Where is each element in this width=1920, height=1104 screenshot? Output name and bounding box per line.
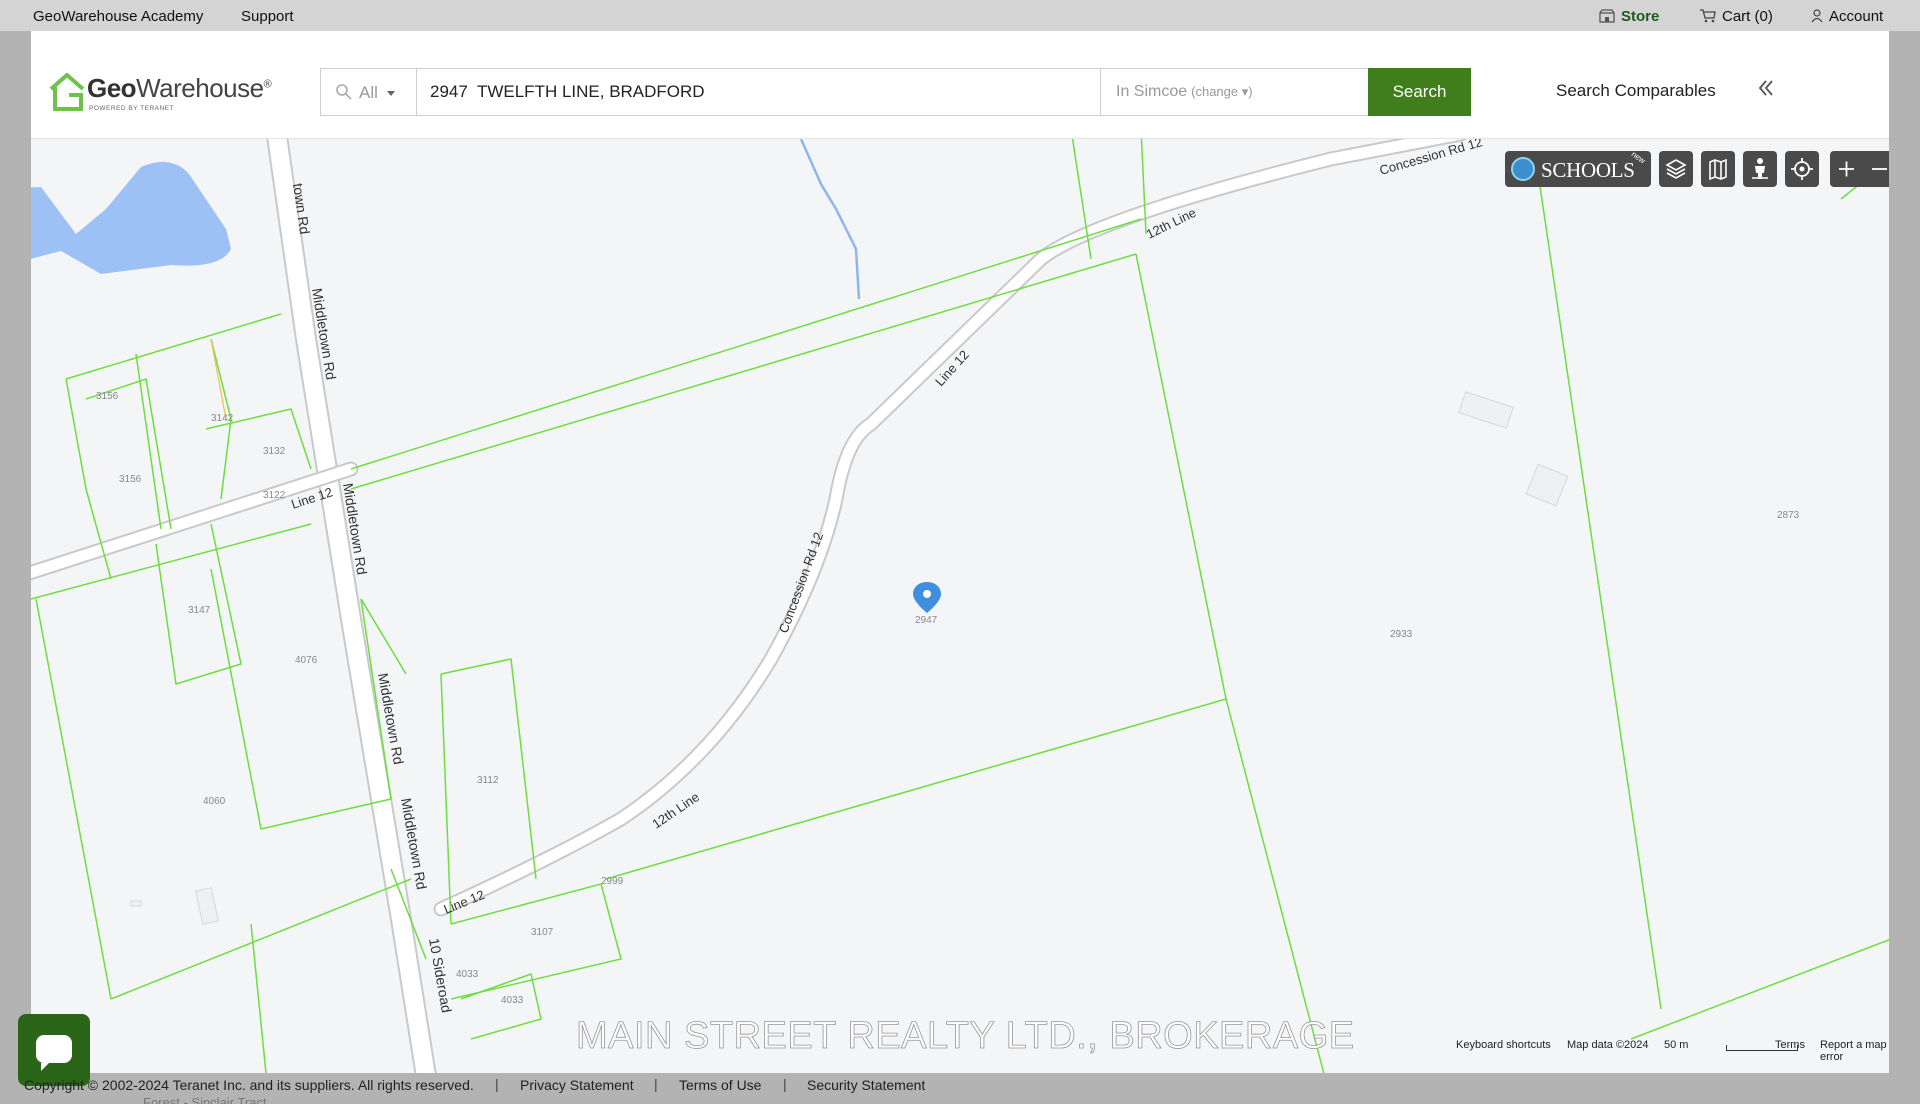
security-link[interactable]: Security Statement [807,1077,925,1093]
parcel-label: 4033 [501,995,524,1006]
schools-label: SCHOOLS [1541,158,1635,182]
top-utility-bar: GeoWarehouse Academy Support Store Cart … [0,0,1920,31]
parcel-label: 3122 [263,490,286,501]
address-search-input[interactable] [418,69,1100,115]
cart-label: Cart (0) [1722,8,1773,25]
map-canvas[interactable]: town Rd Middletown Rd Middletown Rd Midd… [31,139,1889,1073]
road-label: Concession Rd 12 [776,530,826,635]
store-label: Store [1621,8,1660,25]
copyright-text: Copyright © 2002-2024 Teranet Inc. and i… [24,1077,474,1093]
chat-bubble-icon [36,1035,72,1071]
footer-divider: | [783,1076,787,1092]
double-chevron-left-icon[interactable] [1754,76,1778,100]
support-link[interactable]: Support [241,8,294,25]
parcel-label: 2999 [601,876,624,887]
property-map[interactable]: town Rd Middletown Rd Middletown Rd Midd… [31,139,1889,1073]
terms-link[interactable]: Terms of Use [679,1077,761,1093]
pegman-icon [1752,158,1768,179]
footer-divider: | [495,1076,499,1092]
map-place-label: Forest - Sinclair Tract [143,1095,267,1104]
footer-divider: | [654,1076,658,1092]
parcel-label: 4076 [295,655,318,666]
cart-link[interactable]: Cart (0) [1700,8,1773,25]
logo-tagline: POWERED BY TERANET [89,105,174,112]
map-icon [1709,158,1727,181]
academy-link[interactable]: GeoWarehouse Academy [33,8,203,25]
pond-shape [31,161,231,274]
parcel-label: 3107 [531,927,554,938]
street-view-button[interactable] [1743,151,1777,187]
brokerage-watermark: MAIN STREET REALTY LTD., BROKERAGE [576,1015,1355,1058]
region-label: In Simcoe [1116,83,1188,100]
layers-button[interactable] [1659,151,1693,187]
search-scope-value: All [359,83,378,102]
search-button[interactable]: Search [1368,68,1471,116]
scale-label: 50 m [1664,1039,1689,1051]
store-link[interactable]: Store [1599,8,1659,25]
logo-wordmark: GeoWarehouse® [87,73,272,103]
account-link[interactable]: Account [1811,8,1883,25]
house-g-icon [49,73,85,111]
parcel-label: 3156 [96,391,119,402]
search-icon [336,84,352,100]
search-scope-dropdown[interactable]: All [321,69,417,115]
cart-icon [1700,9,1716,23]
privacy-link[interactable]: Privacy Statement [520,1077,634,1093]
store-icon [1599,9,1615,23]
parcel-label: 3112 [477,775,499,786]
property-pin: 2947 [913,582,941,626]
keyboard-shortcuts-link[interactable]: Keyboard shortcuts [1456,1039,1551,1051]
page-footer: Copyright © 2002-2024 Teranet Inc. and i… [0,1073,1920,1104]
layers-icon [1665,159,1687,179]
parcel-label: 2873 [1777,510,1800,521]
road-concession-12 [433,139,1467,917]
parcel-label: 4060 [203,796,226,807]
crosshair-icon [1791,158,1813,180]
parcel-label: 3156 [119,474,142,485]
parcel-label: 3132 [263,446,286,457]
parcel-label: 3142 [211,413,234,424]
parcel-label: 2933 [1390,629,1413,640]
zoom-out-icon[interactable] [1863,151,1889,187]
user-icon [1811,9,1823,23]
parcel-label: 3147 [188,605,211,616]
account-label: Account [1829,8,1884,25]
zoom-in-icon[interactable] [1830,151,1863,187]
change-region-link[interactable]: (change ▾) [1191,84,1252,99]
geowarehouse-logo[interactable]: GeoWarehouse® POWERED BY TERANET [47,69,277,117]
stream-line [799,139,861,300]
chevron-down-icon [387,91,395,96]
search-comparables-link[interactable]: Search Comparables [1556,81,1716,101]
app-header: GeoWarehouse® POWERED BY TERANET All In … [31,31,1889,139]
map-terms-link[interactable]: Terms [1775,1039,1805,1051]
map-data-attribution: Map data ©2024 [1567,1039,1649,1051]
road-label: 10 Sideroad [426,937,455,1014]
region-selector: In Simcoe (change ▾) [1100,69,1336,115]
search-bar: All In Simcoe(change ▾) [320,68,1440,116]
pin-label: 2947 [915,615,938,626]
report-map-error-link[interactable]: Report a map error [1820,1039,1889,1063]
schools-layer-button[interactable]: SCHOOLS new [1505,150,1651,187]
schools-logo-icon [1511,157,1535,181]
parcel-label: 4033 [456,969,479,980]
zoom-control [1830,151,1889,187]
map-type-button[interactable] [1701,151,1735,187]
my-location-button[interactable] [1785,151,1819,187]
